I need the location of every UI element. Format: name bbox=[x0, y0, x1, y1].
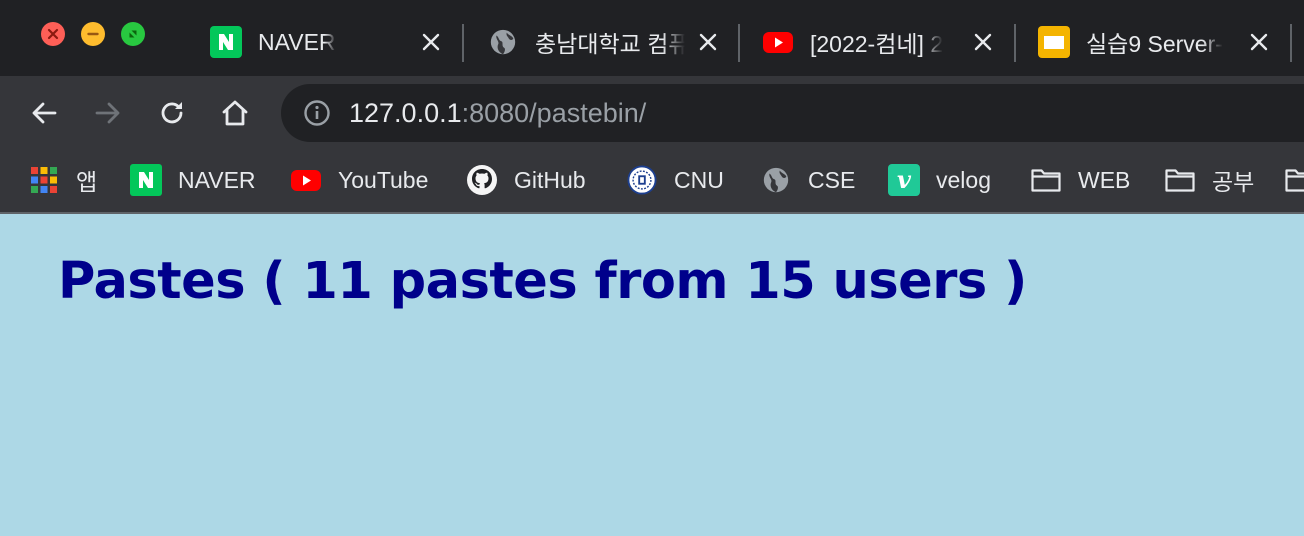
globe-icon bbox=[487, 26, 519, 58]
tab-title: [2022-컴네] 2 bbox=[810, 31, 944, 57]
bookmark-github[interactable]: GitHub bbox=[466, 160, 586, 200]
apps-grid-icon bbox=[28, 164, 60, 196]
github-icon bbox=[466, 164, 498, 196]
bookmarks-bar: 앱 NAVER YouTube GitHub CNU CSE v velog W… bbox=[0, 150, 1304, 214]
tab-slides-server[interactable]: 실습9 Server- bbox=[1038, 12, 1278, 72]
close-x-icon bbox=[47, 28, 59, 40]
bookmark-label: 공부 bbox=[1212, 169, 1255, 195]
bookmark-naver[interactable]: NAVER bbox=[130, 160, 256, 200]
close-icon bbox=[974, 33, 992, 51]
close-icon bbox=[699, 33, 717, 51]
url-host: 127.0.0.1 bbox=[349, 97, 462, 128]
tab-close-button[interactable] bbox=[695, 29, 721, 55]
bookmark-label: GitHub bbox=[514, 166, 586, 193]
bookmark-label: WEB bbox=[1078, 166, 1131, 193]
bookmark-label: 앱 bbox=[76, 169, 98, 195]
tab-separator bbox=[462, 24, 464, 62]
folder-icon bbox=[1030, 164, 1062, 196]
folder-icon bbox=[1284, 164, 1304, 196]
window-minimize-button[interactable] bbox=[81, 22, 105, 46]
velog-icon: v bbox=[888, 164, 920, 196]
tab-close-button[interactable] bbox=[1246, 29, 1272, 55]
page-title: Pastes ( 11 pastes from 15 users ) bbox=[58, 252, 1027, 311]
bookmark-apps[interactable]: 앱 bbox=[28, 160, 97, 200]
tab-separator bbox=[738, 24, 740, 62]
tab-title: NAVER bbox=[258, 28, 336, 55]
tab-close-button[interactable] bbox=[970, 29, 996, 55]
back-arrow-icon bbox=[32, 102, 57, 124]
globe-icon bbox=[760, 164, 792, 196]
url-text: 127.0.0.1:8080/pastebin/ bbox=[349, 98, 646, 129]
tab-separator bbox=[1290, 24, 1292, 62]
bookmark-cse[interactable]: CSE bbox=[760, 160, 855, 200]
slides-icon bbox=[1038, 26, 1070, 58]
site-info-icon[interactable] bbox=[303, 99, 331, 127]
naver-icon bbox=[210, 26, 242, 58]
bookmark-cnu[interactable]: CNU bbox=[626, 160, 724, 200]
folder-icon bbox=[1164, 164, 1196, 196]
tab-separator bbox=[1014, 24, 1016, 62]
youtube-icon bbox=[290, 164, 322, 196]
tab-youtube-lecture[interactable]: [2022-컴네] 2 bbox=[762, 12, 1002, 72]
bookmark-folder-study[interactable]: 공부 bbox=[1164, 160, 1254, 200]
bookmark-label: CSE bbox=[808, 166, 856, 193]
browser-toolbar: 127.0.0.1:8080/pastebin/ bbox=[0, 76, 1304, 150]
bookmark-folder-overflow[interactable] bbox=[1284, 160, 1304, 200]
bookmark-folder-web[interactable]: WEB bbox=[1030, 160, 1130, 200]
reload-button[interactable] bbox=[152, 93, 192, 133]
bookmark-label: CNU bbox=[674, 166, 724, 193]
bookmark-label: velog bbox=[936, 166, 991, 193]
bookmark-label: NAVER bbox=[178, 166, 256, 193]
close-icon bbox=[422, 33, 440, 51]
tab-naver[interactable]: NAVER bbox=[210, 12, 450, 72]
window-fullscreen-button[interactable] bbox=[121, 22, 145, 46]
close-icon bbox=[1250, 33, 1268, 51]
home-button[interactable] bbox=[215, 93, 255, 133]
bookmark-label: YouTube bbox=[338, 166, 429, 193]
tab-close-button[interactable] bbox=[418, 29, 444, 55]
tab-title: 실습9 Server- bbox=[1086, 31, 1223, 57]
window-close-button[interactable] bbox=[41, 22, 65, 46]
home-icon bbox=[222, 100, 248, 126]
fullscreen-icon bbox=[129, 30, 137, 38]
forward-arrow-icon bbox=[95, 102, 120, 124]
tab-cnu-computer[interactable]: 충남대학교 컴퓨 bbox=[487, 12, 727, 72]
minus-icon bbox=[87, 32, 99, 36]
back-button[interactable] bbox=[24, 93, 64, 133]
bookmark-velog[interactable]: v velog bbox=[888, 160, 991, 200]
forward-button[interactable] bbox=[88, 93, 128, 133]
youtube-icon bbox=[762, 26, 794, 58]
naver-icon bbox=[130, 164, 162, 196]
address-bar[interactable]: 127.0.0.1:8080/pastebin/ bbox=[281, 84, 1304, 142]
tab-title: 충남대학교 컴퓨 bbox=[535, 31, 685, 57]
bookmark-youtube[interactable]: YouTube bbox=[290, 160, 428, 200]
url-path: :8080/pastebin/ bbox=[461, 97, 647, 128]
reload-icon bbox=[161, 102, 183, 124]
tab-strip: NAVER 충남대학교 컴퓨 [2022-컴네] 2 실습9 Server- bbox=[0, 0, 1304, 76]
cnu-emblem-icon bbox=[626, 164, 658, 196]
